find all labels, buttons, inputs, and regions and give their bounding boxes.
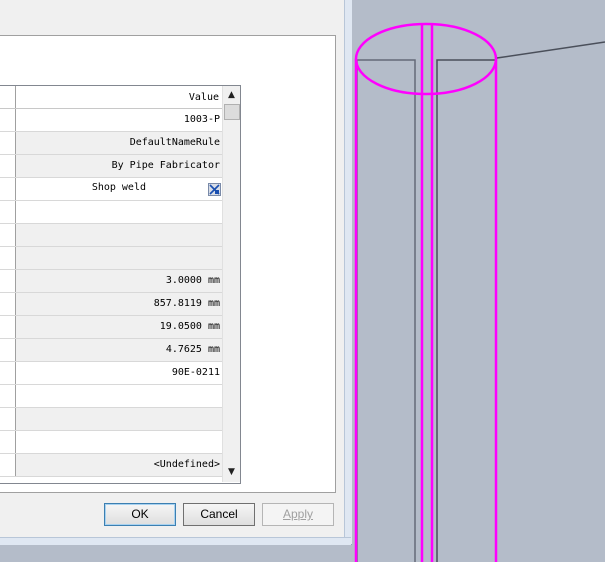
row-gutter	[0, 247, 16, 269]
row-gutter	[0, 132, 16, 154]
apply-button[interactable]: Apply	[262, 503, 334, 526]
row-gutter	[0, 224, 16, 246]
row-value-shop-weld[interactable]: Shop weld	[16, 178, 222, 200]
grid-row[interactable]: By Pipe Fabricator	[0, 155, 222, 178]
row-gutter	[0, 201, 16, 223]
grid-row[interactable]	[0, 201, 222, 224]
grid-header-gutter	[0, 86, 16, 108]
row-value[interactable]: 1003-P	[16, 109, 222, 131]
row-value[interactable]	[16, 431, 222, 453]
row-value[interactable]: <Undefined>	[16, 454, 222, 476]
grid-vertical-scrollbar[interactable]: ▲ ▼	[222, 86, 240, 482]
pipe-end-ellipse	[354, 22, 498, 96]
grid-row[interactable]: 19.0500 mm	[0, 316, 222, 339]
row-value[interactable]: 3.0000 mm	[16, 270, 222, 292]
row-value[interactable]	[16, 385, 222, 407]
grid-row[interactable]	[0, 431, 222, 454]
grid-header: Value	[0, 86, 222, 109]
row-gutter	[0, 155, 16, 177]
row-value[interactable]	[16, 201, 222, 223]
row-gutter	[0, 385, 16, 407]
row-gutter	[0, 408, 16, 430]
grid-row[interactable]: DefaultNameRule	[0, 132, 222, 155]
grid-row[interactable]	[0, 385, 222, 408]
grid-row[interactable]	[0, 408, 222, 431]
row-value[interactable]	[16, 408, 222, 430]
grid-row[interactable]	[0, 247, 222, 270]
pipe-edge-left	[356, 59, 416, 562]
grid-row[interactable]: 1003-P	[0, 109, 222, 132]
grid-row[interactable]: 3.0000 mm	[0, 270, 222, 293]
row-gutter	[0, 270, 16, 292]
grid-row[interactable]: Shop weld	[0, 178, 222, 201]
value-column-header[interactable]: Value	[16, 86, 222, 108]
properties-dialog: Value 1003-P DefaultNameRule By Pipe Fab…	[0, 0, 352, 545]
shop-weld-label: Shop weld	[91, 182, 146, 193]
row-value[interactable]: DefaultNameRule	[16, 132, 222, 154]
row-gutter	[0, 454, 16, 476]
ok-button[interactable]: OK	[104, 503, 176, 526]
row-value[interactable]: 4.7625 mm	[16, 339, 222, 361]
row-value[interactable]: 90E-0211	[16, 362, 222, 384]
weld-edit-icon-graphic	[209, 184, 220, 195]
grid-row[interactable]: <Undefined>	[0, 454, 222, 477]
scroll-down-arrow-icon[interactable]: ▼	[223, 463, 240, 480]
scrollbar-thumb[interactable]	[224, 104, 240, 120]
row-gutter	[0, 362, 16, 384]
row-value[interactable]: By Pipe Fabricator	[16, 155, 222, 177]
weld-edit-icon[interactable]	[208, 183, 221, 196]
grid-row[interactable]: 90E-0211	[0, 362, 222, 385]
scroll-up-arrow-icon[interactable]: ▲	[223, 86, 240, 103]
row-gutter	[0, 316, 16, 338]
grid-row[interactable]: 857.8119 mm	[0, 293, 222, 316]
grid-row[interactable]: 4.7625 mm	[0, 339, 222, 362]
row-value[interactable]	[16, 247, 222, 269]
dialog-frame-bottom	[0, 537, 351, 545]
pipe-edge-right	[436, 41, 605, 562]
row-value[interactable]: 857.8119 mm	[16, 293, 222, 315]
row-value[interactable]: 19.0500 mm	[16, 316, 222, 338]
row-gutter	[0, 293, 16, 315]
property-grid[interactable]: Value 1003-P DefaultNameRule By Pipe Fab…	[0, 85, 241, 484]
row-gutter	[0, 109, 16, 131]
dialog-frame-right	[344, 0, 352, 544]
row-gutter	[0, 178, 16, 200]
cancel-button[interactable]: Cancel	[183, 503, 255, 526]
grid-row[interactable]	[0, 224, 222, 247]
row-value[interactable]	[16, 224, 222, 246]
row-gutter	[0, 339, 16, 361]
row-gutter	[0, 431, 16, 453]
